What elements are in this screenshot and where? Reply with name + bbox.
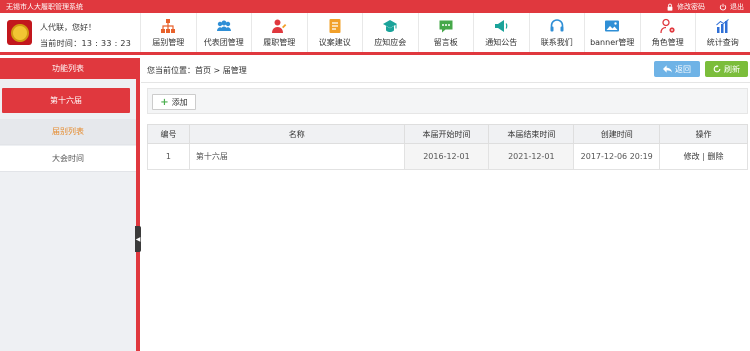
cell-created-time: 2017-12-06 20:19 bbox=[573, 143, 661, 170]
nav-label: 角色管理 bbox=[651, 37, 684, 47]
nav-delegation-management[interactable]: 代表团管理 bbox=[195, 13, 252, 52]
emblem-logo bbox=[7, 20, 32, 45]
change-password-link[interactable]: 修改密码 bbox=[666, 2, 705, 12]
chevron-left-icon: ◀ bbox=[135, 235, 141, 243]
table-toolbar: + 添加 bbox=[147, 88, 748, 114]
refresh-icon bbox=[713, 65, 721, 73]
sidebar: 功能列表 第十六届 届别列表 大会时间 bbox=[0, 58, 136, 351]
breadcrumb: 您当前位置：首页 > 届管理 bbox=[147, 66, 247, 75]
system-name: 无锡市人大履职管理系统 bbox=[6, 2, 83, 11]
nav-label: banner管理 bbox=[590, 37, 635, 47]
nav-label: 履职管理 bbox=[263, 37, 296, 47]
nav-duty-management[interactable]: 履职管理 bbox=[251, 13, 307, 52]
bar-chart-icon bbox=[715, 18, 729, 33]
greeting-text: 人代联，您好！ bbox=[40, 23, 96, 32]
column-header-actions: 操作 bbox=[659, 124, 748, 144]
sidebar-item-current-term[interactable]: 第十六届 bbox=[2, 88, 130, 113]
cell-name: 第十六届 bbox=[188, 143, 405, 170]
main-nav: 届别管理 代表团管理 履职管理 议案建议 应知应会 留言板 通知公告 联系我们 bbox=[140, 13, 750, 52]
column-header-name: 名称 bbox=[188, 124, 405, 144]
back-label: 返回 bbox=[675, 64, 691, 74]
column-header-end: 本届结束时间 bbox=[488, 124, 575, 144]
nav-knowledge[interactable]: 应知应会 bbox=[362, 13, 418, 52]
nav-label: 通知公告 bbox=[485, 37, 518, 47]
cell-id: 1 bbox=[147, 143, 190, 170]
nav-contact-us[interactable]: 联系我们 bbox=[528, 13, 585, 52]
sidebar-title: 功能列表 bbox=[0, 58, 136, 79]
group-icon bbox=[216, 20, 231, 31]
graduation-cap-icon bbox=[383, 19, 398, 32]
add-button[interactable]: + 添加 bbox=[152, 94, 196, 110]
sidebar-divider bbox=[136, 58, 140, 351]
add-label: 添加 bbox=[171, 97, 188, 107]
nav-message-board[interactable]: 留言板 bbox=[417, 13, 474, 52]
logout-link[interactable]: 退出 bbox=[719, 2, 744, 12]
plus-icon: + bbox=[160, 96, 169, 108]
nav-term-management[interactable]: 届别管理 bbox=[140, 13, 196, 52]
headset-icon bbox=[550, 18, 564, 31]
nav-label: 应知应会 bbox=[374, 37, 407, 47]
nav-statistics[interactable]: 统计查询 bbox=[695, 13, 750, 52]
main-content: 您当前位置：首页 > 届管理 返回 刷新 + 添加 编号 名称 本届开始时间 本… bbox=[141, 58, 750, 351]
column-header-created: 创建时间 bbox=[573, 124, 661, 144]
cell-actions: 修改 | 删除 bbox=[659, 143, 748, 170]
back-arrow-icon bbox=[663, 65, 672, 73]
nav-label: 联系我们 bbox=[540, 37, 573, 47]
nav-banner-management[interactable]: banner管理 bbox=[584, 13, 640, 52]
refresh-button[interactable]: 刷新 bbox=[705, 61, 748, 77]
nav-label: 留言板 bbox=[433, 37, 458, 47]
back-button[interactable]: 返回 bbox=[654, 61, 700, 77]
header-divider bbox=[141, 82, 750, 83]
sidebar-item-term-list[interactable]: 届别列表 bbox=[0, 119, 136, 145]
nav-proposals[interactable]: 议案建议 bbox=[306, 13, 363, 52]
nav-label: 代表团管理 bbox=[203, 37, 244, 47]
delete-link[interactable]: 删除 bbox=[707, 152, 723, 161]
title-bar-actions: 修改密码 退出 bbox=[666, 2, 744, 12]
table-header-row: 编号 名称 本届开始时间 本届结束时间 创建时间 操作 bbox=[147, 124, 748, 144]
nav-label: 议案建议 bbox=[318, 37, 351, 47]
document-icon bbox=[329, 18, 341, 33]
header: 人代联，您好！ 当前时间：13 : 33 : 23 届别管理 代表团管理 履职管… bbox=[0, 13, 750, 55]
emblem-icon bbox=[10, 23, 29, 42]
sidebar-item-session-time[interactable]: 大会时间 bbox=[0, 146, 136, 172]
user-gear-icon bbox=[660, 18, 675, 33]
logout-label: 退出 bbox=[730, 2, 744, 11]
title-bar: 无锡市人大履职管理系统 修改密码 退出 bbox=[0, 0, 750, 13]
person-edit-icon bbox=[272, 19, 287, 33]
column-header-start: 本届开始时间 bbox=[403, 124, 490, 144]
column-header-id: 编号 bbox=[147, 124, 190, 144]
current-time: 当前时间：13 : 33 : 23 bbox=[40, 38, 131, 49]
current-time-value: 13 : 33 : 23 bbox=[81, 39, 132, 48]
nav-label: 届别管理 bbox=[152, 37, 185, 47]
lock-icon bbox=[667, 3, 673, 11]
table-row: 1 第十六届 2016-12-01 2021-12-01 2017-12-06 … bbox=[147, 143, 748, 170]
nav-role-management[interactable]: 角色管理 bbox=[639, 13, 696, 52]
current-time-label: 当前时间： bbox=[40, 39, 82, 48]
terms-table: 编号 名称 本届开始时间 本届结束时间 创建时间 操作 1 第十六届 2016-… bbox=[147, 124, 748, 170]
change-password-label: 修改密码 bbox=[677, 2, 705, 11]
megaphone-icon bbox=[495, 19, 508, 32]
org-chart-icon bbox=[161, 18, 176, 33]
power-icon bbox=[719, 3, 727, 10]
chat-icon bbox=[439, 20, 453, 32]
cell-start-date: 2016-12-01 bbox=[403, 143, 490, 170]
cell-end-date: 2021-12-01 bbox=[488, 143, 575, 170]
edit-link[interactable]: 修改 bbox=[684, 152, 700, 161]
nav-label: 统计查询 bbox=[706, 37, 739, 47]
nav-announcements[interactable]: 通知公告 bbox=[473, 13, 529, 52]
refresh-label: 刷新 bbox=[724, 64, 740, 74]
image-icon bbox=[605, 20, 620, 31]
